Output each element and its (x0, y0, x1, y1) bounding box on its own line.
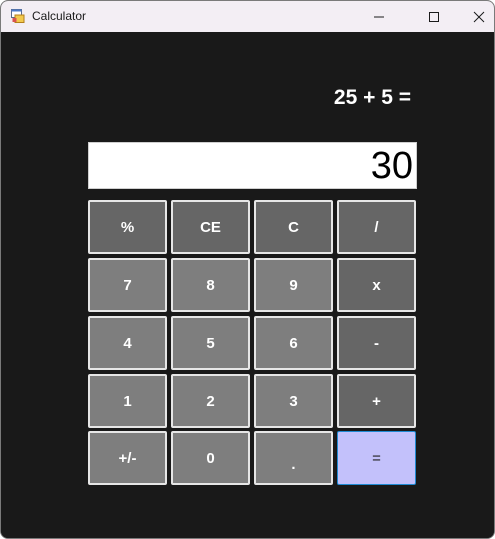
clear-button[interactable]: C (254, 200, 333, 254)
multiply-button[interactable]: x (337, 258, 416, 312)
result-display[interactable]: 30 (88, 142, 417, 189)
decimal-label: . (291, 455, 296, 473)
display-value: 30 (370, 145, 413, 187)
calculator-body: 25 + 5 = 30 % CE C / 7 8 9 x 4 5 6 - 1 2… (1, 32, 494, 538)
digit-3-button[interactable]: 3 (254, 374, 333, 428)
equals-button[interactable]: = (337, 431, 416, 485)
clear-entry-button[interactable]: CE (171, 200, 250, 254)
minimize-button[interactable] (356, 1, 402, 32)
digit-0-button[interactable]: 0 (171, 431, 250, 485)
digit-2-button[interactable]: 2 (171, 374, 250, 428)
minimize-icon (374, 16, 384, 17)
negate-button[interactable]: +/- (88, 431, 167, 485)
digit-5-button[interactable]: 5 (171, 316, 250, 370)
window-title: Calculator (32, 9, 87, 23)
close-button[interactable] (456, 1, 494, 32)
percent-button[interactable]: % (88, 200, 167, 254)
close-icon (473, 11, 485, 22)
app-icon (11, 9, 25, 23)
digit-1-button[interactable]: 1 (88, 374, 167, 428)
add-button[interactable]: + (337, 374, 416, 428)
title-bar[interactable]: Calculator (1, 1, 494, 32)
divide-button[interactable]: / (337, 200, 416, 254)
digit-4-button[interactable]: 4 (88, 316, 167, 370)
expression-label: 25 + 5 = (333, 86, 411, 109)
maximize-icon (429, 11, 439, 22)
digit-7-button[interactable]: 7 (88, 258, 167, 312)
maximize-button[interactable] (411, 1, 457, 32)
digit-9-button[interactable]: 9 (254, 258, 333, 312)
decimal-button[interactable]: . (254, 431, 333, 485)
subtract-button[interactable]: - (337, 316, 416, 370)
calculator-window: Calculator 25 + 5 = 30 % CE C / 7 8 9 x … (0, 0, 495, 539)
digit-6-button[interactable]: 6 (254, 316, 333, 370)
digit-8-button[interactable]: 8 (171, 258, 250, 312)
